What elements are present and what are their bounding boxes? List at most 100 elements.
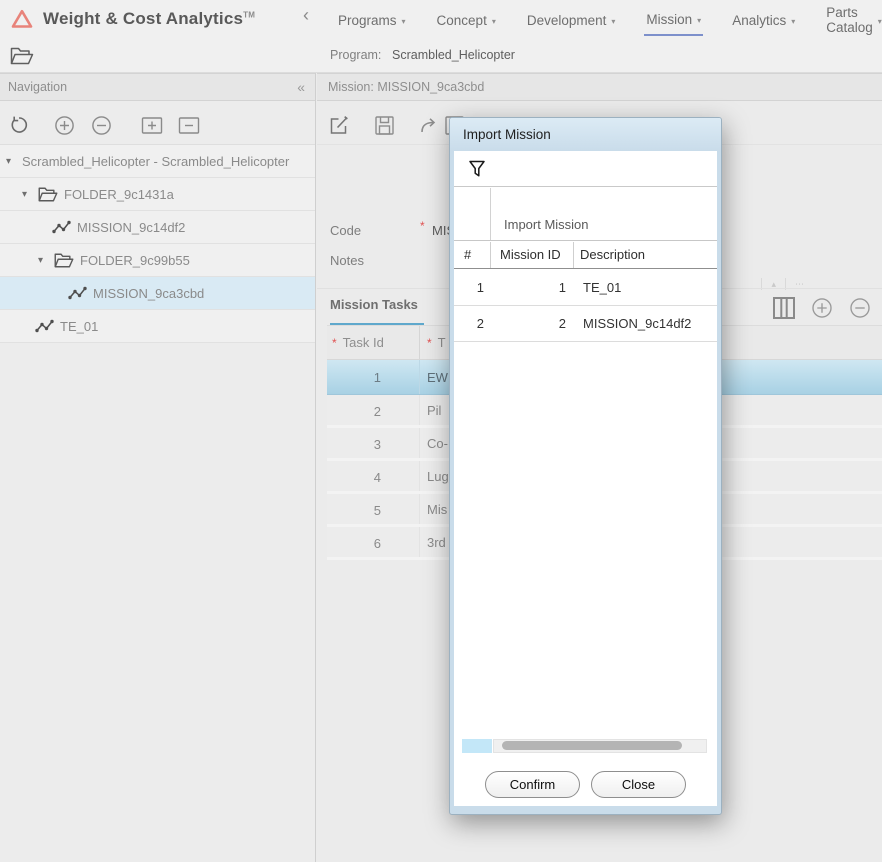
dialog-footer: Confirm Close xyxy=(454,771,717,803)
mission-id-cell: 2 xyxy=(454,316,566,331)
plus-circle-icon xyxy=(811,297,833,319)
menu-parts-catalog[interactable]: Parts Catalog▾ xyxy=(824,0,882,42)
navigation-sidebar: Navigation « xyxy=(0,73,316,862)
tree-item-mission-selected[interactable]: MISSION_9ca3cbd xyxy=(0,277,315,310)
required-marker: * xyxy=(427,336,432,350)
mission-panel-header: Mission: MISSION_9ca3cbd xyxy=(317,73,882,101)
task-id-cell: 3 xyxy=(327,428,420,458)
logo-triangle-icon xyxy=(10,8,34,30)
tab-mission-tasks[interactable]: Mission Tasks xyxy=(330,297,418,312)
description-cell: TE_01 xyxy=(583,280,621,295)
collapse-panel-icon[interactable]: « xyxy=(297,79,305,95)
group-header-label: Import Mission xyxy=(504,217,589,232)
menu-mission[interactable]: Mission▾ xyxy=(644,3,703,36)
code-required-marker: * xyxy=(420,219,425,233)
task-name-cell: 3rd xyxy=(420,535,446,550)
tree-toolbar xyxy=(0,102,315,145)
open-folder-icon xyxy=(10,47,34,65)
column-header-description[interactable]: Description xyxy=(580,247,645,262)
zoom-in-button[interactable] xyxy=(51,112,77,138)
main-menu: Programs▾ Concept▾ Development▾ Mission▾… xyxy=(336,0,882,38)
column-header-mission-id[interactable]: Mission ID xyxy=(500,247,561,262)
notes-label: Notes xyxy=(330,253,364,268)
mission-row[interactable]: 2 2 MISSION_9c14df2 xyxy=(454,306,717,342)
task-id-cell: 5 xyxy=(327,494,420,524)
remove-row-button[interactable] xyxy=(847,295,873,321)
refresh-icon xyxy=(9,115,29,135)
save-button[interactable] xyxy=(371,112,397,138)
folder-icon xyxy=(38,187,58,202)
dialog-body: Import Mission # Mission ID Description … xyxy=(454,151,717,806)
import-mission-dialog: Import Mission Import Mission # Mission … xyxy=(449,117,722,815)
task-name-cell: Pil xyxy=(420,403,441,418)
edit-button[interactable] xyxy=(326,112,352,138)
minus-circle-icon xyxy=(91,115,112,136)
confirm-button[interactable]: Confirm xyxy=(485,771,580,798)
task-id-cell: 1 xyxy=(327,360,420,394)
column-header-task-id[interactable]: * Task Id xyxy=(327,326,420,359)
tree-item-folder[interactable]: ▾ FOLDER_9c1431a xyxy=(0,178,315,211)
chevron-down-icon: ▾ xyxy=(492,15,496,26)
program-value: Scrambled_Helicopter xyxy=(392,48,515,62)
plus-circle-icon xyxy=(54,115,75,136)
menu-programs[interactable]: Programs▾ xyxy=(336,4,408,35)
task-name-cell: EW xyxy=(420,370,448,385)
refresh-button[interactable] xyxy=(6,112,32,138)
dialog-title: Import Mission xyxy=(463,127,551,142)
mission-id-cell: 1 xyxy=(454,280,566,295)
program-label: Program: xyxy=(330,48,381,62)
tree-item-root[interactable]: ▾ Scrambled_Helicopter - Scrambled_Helic… xyxy=(0,145,315,178)
tree-item-label: FOLDER_9c99b55 xyxy=(80,253,190,268)
task-name-cell: Mis xyxy=(420,502,447,517)
tree-item-label: MISSION_9c14df2 xyxy=(77,220,185,235)
menu-concept[interactable]: Concept▾ xyxy=(435,4,498,35)
mission-row[interactable]: 1 1 TE_01 xyxy=(454,270,717,306)
navigation-tree: ▾ Scrambled_Helicopter - Scrambled_Helic… xyxy=(0,145,315,343)
dialog-titlebar[interactable]: Import Mission xyxy=(450,118,721,151)
tree-expand-caret-icon[interactable]: ▾ xyxy=(22,189,32,200)
mission-icon xyxy=(68,286,87,300)
zoom-out-button[interactable] xyxy=(88,112,114,138)
box-plus-icon xyxy=(141,116,163,135)
scrollbar-thumb[interactable] xyxy=(502,741,682,750)
mission-icon xyxy=(52,220,71,234)
filter-button[interactable] xyxy=(464,156,490,182)
dialog-table-column-headers: # Mission ID Description xyxy=(454,242,717,269)
required-marker: * xyxy=(332,336,337,350)
chevron-down-icon: ▾ xyxy=(878,15,882,26)
back-chevron-icon[interactable]: ‹ xyxy=(303,5,309,26)
chevron-down-icon: ▾ xyxy=(402,15,406,26)
task-name-cell: Lug xyxy=(420,469,449,484)
close-button[interactable]: Close xyxy=(591,771,686,798)
task-id-cell: 4 xyxy=(327,461,420,491)
dialog-table-group-header: Import Mission xyxy=(454,188,717,241)
dialog-filter-bar xyxy=(454,151,717,187)
dialog-horizontal-scrollbar xyxy=(462,739,707,753)
tree-expand-caret-icon[interactable]: ▾ xyxy=(38,255,48,266)
expand-all-button[interactable] xyxy=(139,112,165,138)
column-header-task-name[interactable]: * T xyxy=(420,335,446,350)
folder-icon xyxy=(54,253,74,268)
app-title: Weight & Cost AnalyticsTM xyxy=(43,9,255,29)
box-minus-icon xyxy=(178,116,200,135)
column-settings-button[interactable] xyxy=(771,295,797,321)
edit-icon xyxy=(328,114,350,136)
tree-item-mission[interactable]: MISSION_9c14df2 xyxy=(0,211,315,244)
tree-item-folder[interactable]: ▾ FOLDER_9c99b55 xyxy=(0,244,315,277)
task-id-cell: 2 xyxy=(327,395,420,425)
task-name-cell: Co- xyxy=(420,436,448,451)
add-row-button[interactable] xyxy=(809,295,835,321)
collapse-all-button[interactable] xyxy=(176,112,202,138)
tree-item-label: TE_01 xyxy=(60,319,98,334)
tree-item-label: FOLDER_9c1431a xyxy=(64,187,174,202)
task-id-cell: 6 xyxy=(327,527,420,557)
redo-button[interactable] xyxy=(416,112,442,138)
tree-expand-caret-icon[interactable]: ▾ xyxy=(6,156,16,167)
menu-development[interactable]: Development▾ xyxy=(525,4,618,35)
save-icon xyxy=(374,115,395,136)
column-divider xyxy=(490,188,491,240)
tree-item-mission[interactable]: TE_01 xyxy=(0,310,315,343)
menu-analytics[interactable]: Analytics▾ xyxy=(730,4,797,35)
open-program-button[interactable] xyxy=(9,43,35,69)
column-header-num[interactable]: # xyxy=(464,247,471,262)
